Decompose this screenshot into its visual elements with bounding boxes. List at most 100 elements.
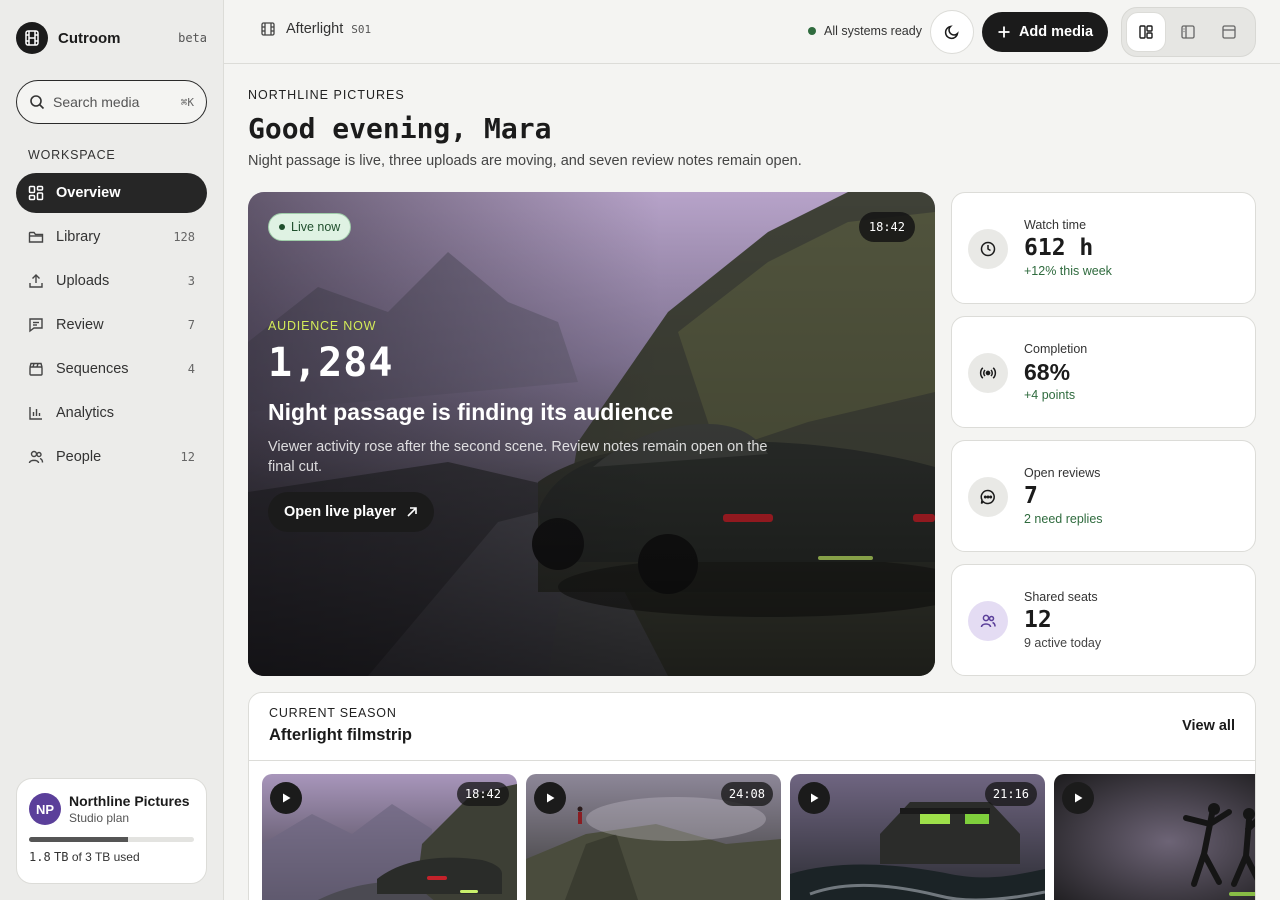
stat-card-completion[interactable]: Completion 68% +4 points bbox=[951, 316, 1256, 428]
sidebar-item-label: Sequences bbox=[56, 361, 129, 377]
filmstrip: 18:42 24:08 21:16 bbox=[262, 774, 1255, 900]
grid-icon bbox=[28, 185, 44, 201]
sidebar-item-library[interactable]: Library 128 bbox=[16, 217, 207, 257]
topbar: Afterlight S01 All systems ready Add med… bbox=[224, 0, 1280, 64]
play-icon bbox=[1075, 793, 1083, 803]
sidebar-item-count: 4 bbox=[187, 362, 195, 376]
layout-sidebar-option[interactable] bbox=[1168, 12, 1208, 52]
sidebar-item-label: Uploads bbox=[56, 273, 110, 289]
season-header: CURRENT SEASON Afterlight filmstrip View… bbox=[249, 693, 1255, 761]
org-eyebrow: NORTHLINE PICTURES bbox=[248, 88, 405, 102]
storage-usage: 1.8 TB of 3 TB used bbox=[29, 850, 194, 864]
broadcast-icon bbox=[968, 353, 1008, 393]
stat-value: 612 h bbox=[1024, 235, 1094, 261]
hero-eyebrow: AUDIENCE NOW bbox=[268, 319, 377, 333]
layout-view-toggle bbox=[1121, 7, 1256, 57]
season-filmstrip-card: CURRENT SEASON Afterlight filmstrip View… bbox=[248, 692, 1256, 900]
layout-window-icon bbox=[1222, 25, 1236, 39]
storage-used-value: 1.8 bbox=[29, 850, 51, 864]
stat-value: 12 bbox=[1024, 607, 1052, 633]
avatar: NP bbox=[29, 793, 61, 825]
layout-window-option[interactable] bbox=[1209, 12, 1249, 52]
org-plan: Studio plan bbox=[69, 811, 130, 825]
sidebar-item-label: People bbox=[56, 449, 102, 465]
season-title: Afterlight filmstrip bbox=[269, 726, 412, 744]
page-subtitle: Night passage is live, three uploads are… bbox=[248, 153, 802, 169]
clock-icon bbox=[968, 229, 1008, 269]
episode-thumbnail[interactable]: 18:42 bbox=[262, 774, 517, 900]
layout-split-icon bbox=[1139, 25, 1153, 39]
search-icon bbox=[30, 95, 45, 110]
live-label: Live now bbox=[291, 220, 341, 234]
arrow-up-right-icon bbox=[407, 507, 417, 517]
org-card[interactable]: NP Northline Pictures Studio plan 1.8 TB… bbox=[16, 778, 207, 884]
plus-icon bbox=[998, 26, 1010, 38]
add-media-label: Add media bbox=[1018, 24, 1094, 40]
episode-label: S01 bbox=[351, 22, 372, 36]
open-live-player-label: Open live player bbox=[284, 504, 397, 520]
play-button[interactable] bbox=[270, 782, 302, 814]
sidebar: Cutroom beta Search media ⌘K WORKSPACE O… bbox=[0, 0, 224, 900]
play-button[interactable] bbox=[534, 782, 566, 814]
stat-label: Open reviews bbox=[1024, 466, 1101, 480]
people-icon bbox=[968, 601, 1008, 641]
sidebar-item-label: Library bbox=[56, 229, 101, 245]
stat-label: Completion bbox=[1024, 342, 1088, 356]
sidebar-item-uploads[interactable]: Uploads 3 bbox=[16, 261, 207, 301]
comment-icon bbox=[29, 318, 43, 333]
status-text: All systems ready bbox=[824, 24, 922, 38]
breadcrumb[interactable]: Afterlight S01 bbox=[260, 21, 371, 37]
film-logo-icon bbox=[16, 22, 48, 54]
sidebar-item-count: 128 bbox=[173, 230, 195, 244]
play-icon bbox=[283, 793, 291, 803]
stat-value: 7 bbox=[1024, 483, 1038, 509]
project-title: Afterlight bbox=[286, 21, 344, 37]
upload-icon bbox=[29, 274, 43, 288]
add-media-button[interactable]: Add media bbox=[982, 12, 1108, 52]
sidebar-item-review[interactable]: Review 7 bbox=[16, 305, 207, 345]
thumbnail-duration: 18:42 bbox=[456, 782, 509, 806]
sidebar-item-count: 3 bbox=[187, 274, 195, 288]
beta-badge: beta bbox=[178, 31, 207, 45]
search-input[interactable]: Search media ⌘K bbox=[16, 80, 207, 124]
sidebar-item-overview[interactable]: Overview bbox=[16, 173, 207, 213]
folder-icon bbox=[28, 231, 44, 243]
sidebar-nav: Overview Library 128 Uploads 3 Review 7 bbox=[16, 173, 207, 481]
view-all-link[interactable]: View all bbox=[1182, 718, 1235, 734]
stat-delta: 9 active today bbox=[1024, 636, 1102, 650]
thumbnail-duration: 21:16 bbox=[984, 782, 1037, 806]
sidebar-item-sequences[interactable]: Sequences 4 bbox=[16, 349, 207, 389]
episode-thumbnail[interactable]: 21:16 bbox=[790, 774, 1045, 900]
play-icon bbox=[547, 793, 555, 803]
sidebar-item-people[interactable]: People 12 bbox=[16, 437, 207, 477]
audience-count: 1,284 bbox=[268, 340, 394, 386]
hero-live-card: Live now 18:42 AUDIENCE NOW 1,284 Night … bbox=[248, 192, 935, 676]
storage-rest: of 3 TB used bbox=[71, 850, 140, 864]
system-status: All systems ready bbox=[808, 24, 922, 38]
stat-card-shared-seats[interactable]: Shared seats 12 9 active today bbox=[951, 564, 1256, 676]
status-dot-icon bbox=[808, 27, 816, 35]
stat-label: Watch time bbox=[1024, 218, 1087, 232]
stat-card-watch-time[interactable]: Watch time 612 h +12% this week bbox=[951, 192, 1256, 304]
stat-card-open-reviews[interactable]: Open reviews 7 2 need replies bbox=[951, 440, 1256, 552]
theme-toggle-button[interactable] bbox=[930, 10, 974, 54]
episode-thumbnail[interactable] bbox=[1054, 774, 1255, 900]
search-placeholder: Search media bbox=[53, 94, 140, 110]
hero-description: Viewer activity rose after the second sc… bbox=[268, 439, 768, 475]
layout-split-option[interactable] bbox=[1126, 12, 1166, 52]
live-dot-icon bbox=[279, 224, 285, 230]
people-icon bbox=[28, 450, 44, 464]
brand[interactable]: Cutroom beta bbox=[16, 22, 207, 54]
thumbnail-duration: 24:08 bbox=[720, 782, 773, 806]
episode-thumbnail[interactable]: 24:08 bbox=[526, 774, 781, 900]
play-button[interactable] bbox=[798, 782, 830, 814]
open-live-player-button[interactable]: Open live player bbox=[268, 492, 435, 532]
sidebar-item-analytics[interactable]: Analytics bbox=[16, 393, 207, 433]
workspace-section-label: WORKSPACE bbox=[28, 148, 116, 162]
sidebar-item-count: 7 bbox=[187, 318, 195, 332]
layout-sidebar-icon bbox=[1180, 25, 1195, 39]
stat-delta: +12% this week bbox=[1024, 264, 1112, 278]
bar-chart-icon bbox=[29, 407, 42, 420]
sidebar-item-count: 12 bbox=[180, 450, 195, 464]
play-button[interactable] bbox=[1062, 782, 1094, 814]
